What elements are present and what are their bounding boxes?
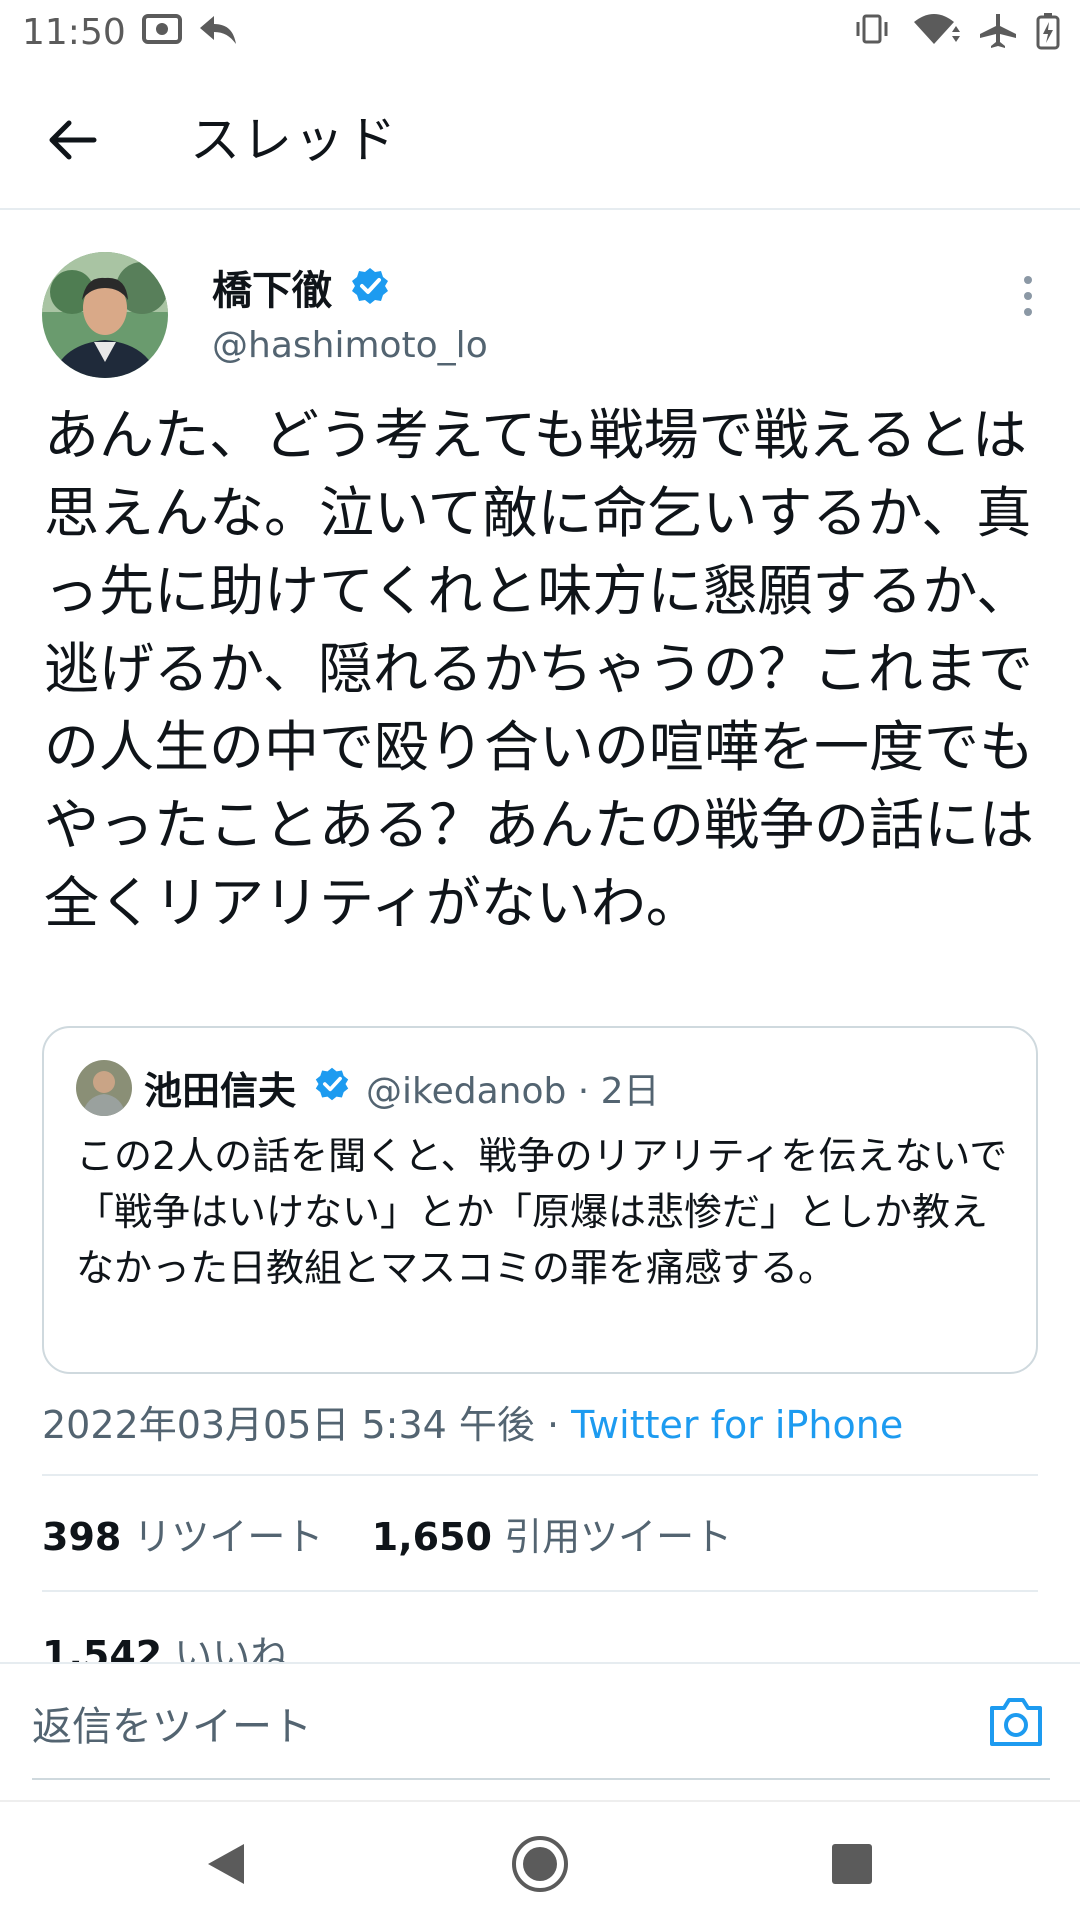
retweets-count: 398 (42, 1515, 122, 1559)
reply-input[interactable]: 返信をツイート (32, 1694, 312, 1752)
reply-arrow-icon (200, 16, 236, 44)
wifi-icon (914, 14, 960, 44)
back-arrow-icon (49, 120, 97, 160)
nav-home-button[interactable] (508, 1832, 572, 1896)
author-handle[interactable]: @hashimoto_lo (212, 325, 488, 366)
reply-underline (32, 1778, 1050, 1780)
verified-badge-icon (315, 1067, 349, 1101)
quotes-count: 1,650 (371, 1515, 492, 1559)
status-bar: 11:50 (0, 0, 1080, 64)
nav-back-icon (208, 1844, 244, 1884)
likes-stat[interactable]: 1,542 いいね (42, 1624, 288, 1662)
quotes-stat[interactable]: 1,650 引用ツイート (372, 1515, 732, 1559)
battery-icon (1036, 13, 1060, 50)
nav-home-icon (512, 1836, 568, 1892)
camera-icon[interactable] (986, 1694, 1046, 1750)
back-button[interactable] (40, 108, 104, 172)
nav-back-button[interactable] (194, 1832, 258, 1896)
likes-label: いいね (174, 1633, 289, 1662)
divider (42, 1590, 1038, 1592)
retweets-stat[interactable]: 398 リツイート (42, 1515, 323, 1559)
quoted-author-handle: @ikedanob · 2日 (366, 1071, 660, 1112)
likes-count: 1,542 (42, 1633, 163, 1662)
tweet-timestamp: 2022年03月05日 5:34 午後 · Twitter for iPhone (42, 1394, 903, 1449)
more-vertical-icon[interactable] (1010, 272, 1046, 320)
system-nav-bar (0, 1800, 1080, 1920)
verified-badge-icon (352, 268, 388, 304)
author-avatar[interactable] (42, 252, 168, 378)
nav-recents-button[interactable] (820, 1832, 884, 1896)
reply-bar: 返信をツイート (0, 1662, 1080, 1782)
quoted-tweet[interactable]: 池田信夫 @ikedanob · 2日 この2人の話を聞くと、戦争のリアリティを… (42, 1026, 1038, 1374)
quotes-label: 引用ツイート (504, 1515, 733, 1559)
quoted-author-name: 池田信夫 (144, 1069, 297, 1113)
tweet-stats: 398 リツイート 1,650 引用ツイート (42, 1506, 732, 1561)
airplane-icon (980, 14, 1016, 48)
tweet-source-link[interactable]: Twitter for iPhone (571, 1403, 903, 1447)
timestamp-text: 2022年03月05日 5:34 午後 · (42, 1403, 572, 1447)
page-title: スレッド (190, 111, 398, 169)
status-time: 11:50 (22, 12, 126, 53)
quoted-tweet-text: この2人の話を聞くと、戦争のリアリティを伝えないで「戦争はいけない」とか「原爆は… (76, 1134, 1008, 1290)
retweets-label: リツイート (133, 1515, 324, 1559)
quoted-author-avatar[interactable] (76, 1060, 132, 1116)
screenshot-icon (142, 14, 182, 44)
vibrate-icon (856, 14, 888, 44)
nav-recents-icon (832, 1844, 872, 1884)
tweet-text: あんた、どう考えても戦場で戦えるとは思えんな。泣いて敵に命乞いするか、真っ先に助… (44, 403, 1035, 935)
thread-header: スレッド (0, 64, 1080, 210)
author-name[interactable]: 橋下徹 (212, 258, 332, 316)
divider (42, 1474, 1038, 1476)
